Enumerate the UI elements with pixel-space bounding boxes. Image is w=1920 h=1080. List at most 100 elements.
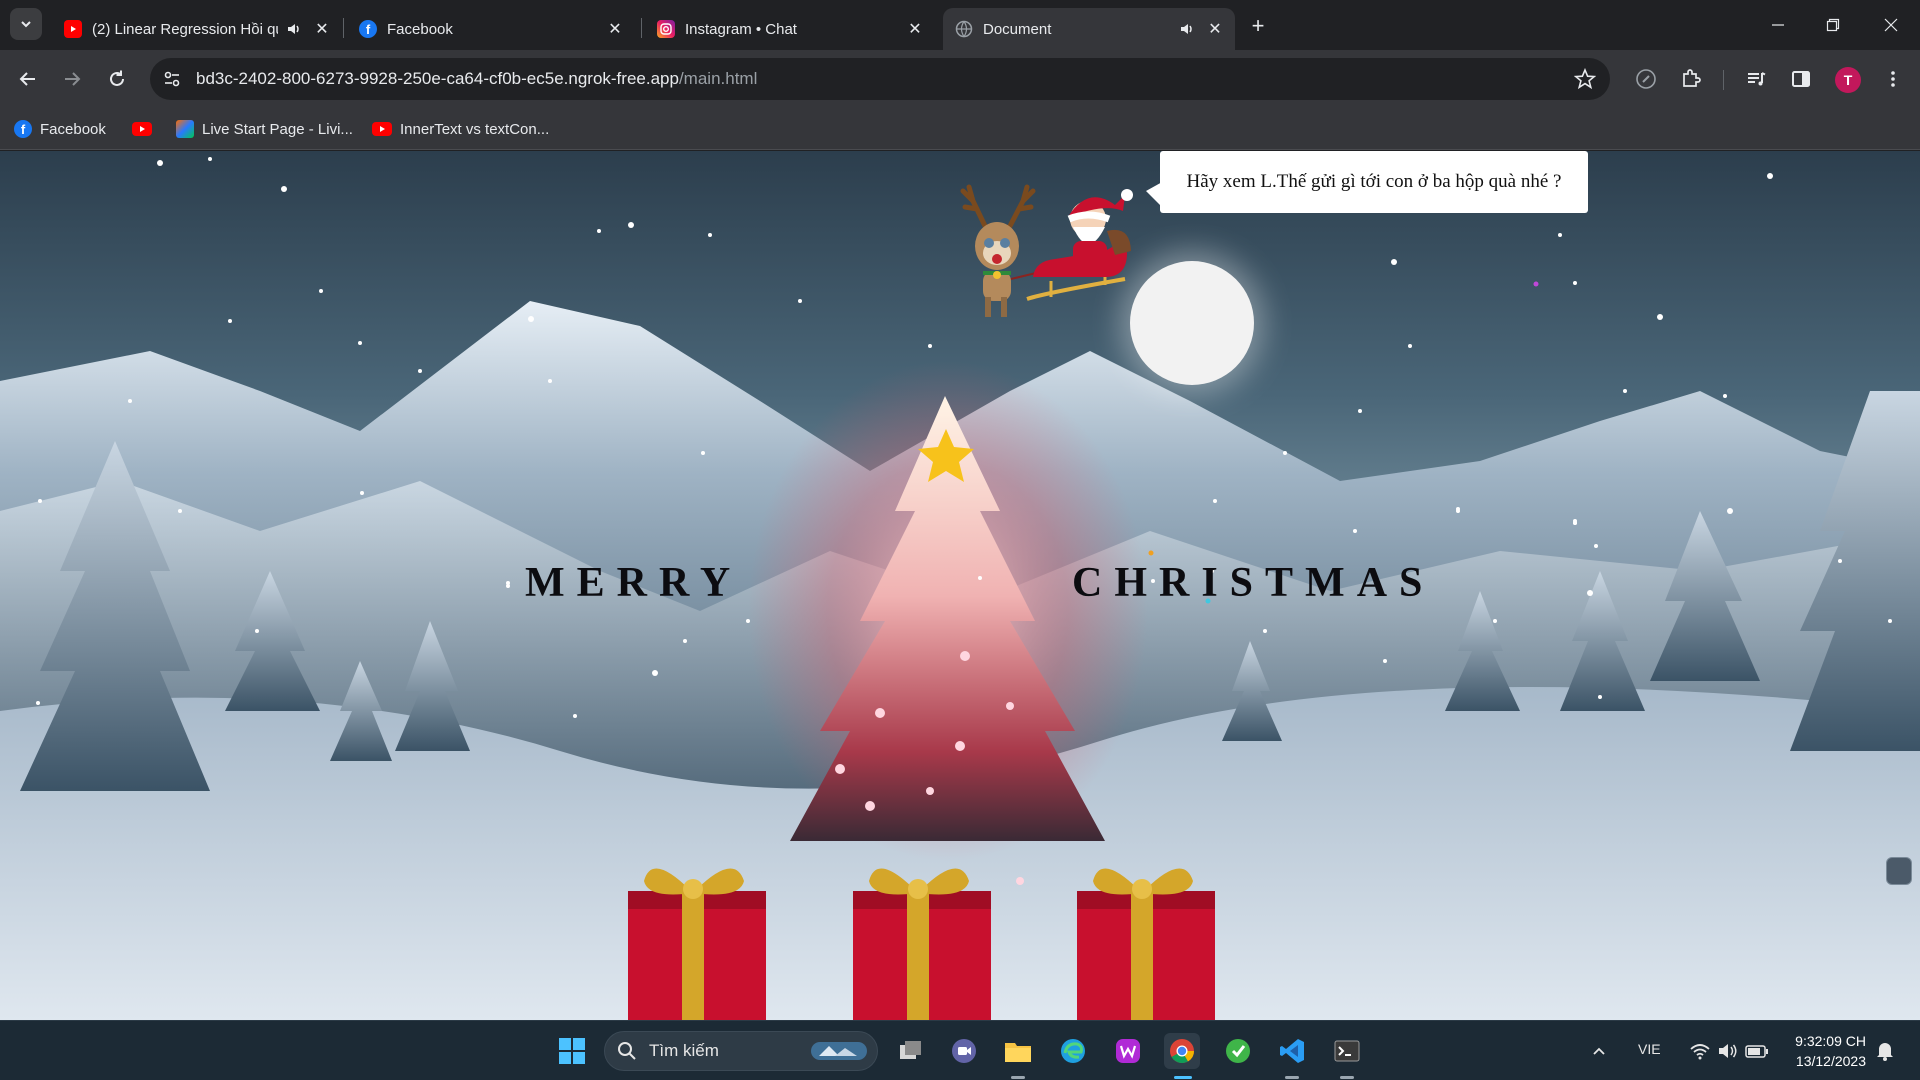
bell-icon bbox=[1877, 1043, 1893, 1061]
close-tab-icon[interactable]: ✕ bbox=[607, 21, 623, 38]
restore-button[interactable] bbox=[1806, 0, 1860, 50]
tab-linear-regression[interactable]: (2) Linear Regression Hồi qu ✕ bbox=[52, 8, 342, 50]
running-indicator bbox=[1340, 1076, 1354, 1079]
url-host: bd3c-2402-800-6273-9928-250e-ca64-cf0b-e… bbox=[196, 69, 679, 88]
bookmark-label: Facebook bbox=[40, 120, 106, 138]
bookmark-innertext[interactable]: InnerText vs textCon... bbox=[372, 118, 549, 140]
tab-title: Facebook bbox=[387, 20, 453, 38]
extension-compass-button[interactable] bbox=[1631, 64, 1661, 94]
app-green-button[interactable] bbox=[1220, 1033, 1256, 1069]
youtube-icon bbox=[372, 122, 392, 136]
gift-box-3[interactable] bbox=[1071, 851, 1221, 1020]
extensions-button[interactable] bbox=[1676, 64, 1706, 94]
chrome-menu-button[interactable] bbox=[1878, 64, 1908, 94]
edge-button[interactable] bbox=[1055, 1033, 1091, 1069]
youtube-icon bbox=[64, 20, 82, 38]
search-highlight-icon bbox=[811, 1042, 867, 1060]
folder-icon bbox=[1005, 1043, 1031, 1062]
terminal-icon bbox=[1334, 1040, 1360, 1062]
tab-title: Document bbox=[983, 20, 1052, 38]
close-tab-icon[interactable]: ✕ bbox=[314, 21, 330, 38]
side-panel-button[interactable] bbox=[1786, 64, 1816, 94]
language-indicator[interactable]: VIE bbox=[1638, 1041, 1661, 1057]
tab-separator bbox=[641, 18, 642, 38]
reload-button[interactable] bbox=[101, 63, 133, 95]
close-tab-icon[interactable]: ✕ bbox=[907, 21, 923, 38]
minimize-button[interactable] bbox=[1751, 0, 1805, 50]
task-view-button[interactable] bbox=[892, 1033, 928, 1069]
notifications-button[interactable] bbox=[1870, 1033, 1900, 1069]
bookmark-youtube[interactable] bbox=[132, 118, 160, 140]
bookmark-facebook[interactable]: f Facebook bbox=[14, 118, 106, 140]
close-window-button[interactable] bbox=[1864, 0, 1918, 50]
speaker-icon[interactable] bbox=[286, 21, 302, 37]
tab-instagram[interactable]: Instagram • Chat ✕ bbox=[645, 8, 935, 50]
bookmark-star-icon[interactable] bbox=[1574, 68, 1596, 90]
arrow-right-icon bbox=[65, 72, 81, 86]
wps-icon bbox=[1116, 1039, 1140, 1063]
speech-bubble: Hãy xem L.Thế gửi gì tới con ở ba hộp qu… bbox=[1160, 151, 1588, 213]
clock-date: 13/12/2023 bbox=[1795, 1053, 1866, 1069]
taskbar-search[interactable]: Tìm kiếm bbox=[604, 1031, 878, 1071]
greeting-merry: MERRY bbox=[525, 560, 743, 606]
bookmark-live-start-page[interactable]: Live Start Page - Livi... bbox=[176, 118, 353, 140]
url-text[interactable]: bd3c-2402-800-6273-9928-250e-ca64-cf0b-e… bbox=[196, 69, 757, 89]
taskbar-clock[interactable]: 9:32:09 CH 13/12/2023 bbox=[1786, 1031, 1866, 1071]
side-drawer-handle[interactable] bbox=[1886, 857, 1912, 885]
quick-settings-button[interactable] bbox=[1684, 1033, 1774, 1069]
vscode-button[interactable] bbox=[1274, 1033, 1310, 1069]
bookmarks-bar: f Facebook Live Start Page - Livi... Inn… bbox=[0, 108, 1920, 150]
bookmark-label: InnerText vs textCon... bbox=[400, 120, 550, 138]
back-button[interactable] bbox=[12, 63, 44, 95]
bookmark-label: Live Start Page - Livi... bbox=[202, 120, 353, 138]
wifi-icon bbox=[1690, 1044, 1710, 1060]
battery-icon bbox=[1745, 1045, 1768, 1058]
restore-icon bbox=[1826, 18, 1840, 32]
chrome-icon bbox=[1170, 1039, 1194, 1064]
chevron-up-icon bbox=[1593, 1047, 1605, 1055]
tab-title: Instagram • Chat bbox=[685, 20, 797, 38]
arrow-left-icon bbox=[19, 72, 35, 86]
tab-separator bbox=[343, 18, 344, 38]
windows-logo-icon bbox=[559, 1038, 585, 1064]
speaker-icon[interactable] bbox=[1179, 21, 1195, 37]
volume-icon bbox=[1719, 1044, 1737, 1058]
address-bar[interactable]: bd3c-2402-800-6273-9928-250e-ca64-cf0b-e… bbox=[150, 58, 1610, 100]
search-icon bbox=[618, 1042, 636, 1060]
running-indicator bbox=[1011, 1076, 1025, 1079]
gift-box-2[interactable] bbox=[847, 851, 997, 1020]
facebook-icon: f bbox=[359, 20, 377, 38]
wps-button[interactable] bbox=[1110, 1033, 1146, 1069]
windows-taskbar: Tìm kiếm VIE 9:32:09 CH 13/12/2023 bbox=[0, 1020, 1920, 1080]
more-vertical-icon bbox=[1891, 71, 1895, 87]
puzzle-icon bbox=[1683, 69, 1701, 87]
tab-facebook[interactable]: f Facebook ✕ bbox=[347, 8, 635, 50]
new-tab-button[interactable]: + bbox=[1244, 12, 1272, 40]
close-tab-icon[interactable]: ✕ bbox=[1207, 21, 1223, 38]
chrome-button[interactable] bbox=[1164, 1033, 1200, 1069]
tab-document[interactable]: Document ✕ bbox=[943, 8, 1235, 50]
tab-strip: (2) Linear Regression Hồi qu ✕ f Faceboo… bbox=[0, 0, 1920, 50]
gift-box-1[interactable] bbox=[622, 851, 772, 1020]
start-button[interactable] bbox=[554, 1033, 590, 1069]
santa-sleigh-reindeer bbox=[960, 184, 1133, 317]
globe-icon bbox=[955, 20, 973, 38]
teams-chat-button[interactable] bbox=[946, 1033, 982, 1069]
file-explorer-button[interactable] bbox=[1000, 1033, 1036, 1069]
minimize-icon bbox=[1772, 24, 1784, 26]
terminal-button[interactable] bbox=[1329, 1033, 1365, 1069]
forward-button[interactable] bbox=[56, 63, 88, 95]
profile-avatar[interactable]: T bbox=[1835, 67, 1861, 93]
greeting-christmas: CHRISTMAS bbox=[1072, 560, 1435, 606]
show-hidden-icons-button[interactable] bbox=[1584, 1033, 1614, 1069]
close-icon bbox=[1884, 18, 1898, 32]
media-controls-button[interactable] bbox=[1741, 64, 1771, 94]
search-label: Tìm kiếm bbox=[649, 1041, 719, 1060]
facebook-icon: f bbox=[14, 120, 32, 138]
browser-toolbar: bd3c-2402-800-6273-9928-250e-ca64-cf0b-e… bbox=[0, 50, 1920, 108]
video-chat-icon bbox=[952, 1039, 976, 1063]
tab-search-button[interactable] bbox=[10, 8, 42, 40]
reload-icon bbox=[110, 70, 124, 86]
site-settings-icon[interactable] bbox=[162, 69, 182, 89]
vscode-icon bbox=[1280, 1039, 1304, 1063]
